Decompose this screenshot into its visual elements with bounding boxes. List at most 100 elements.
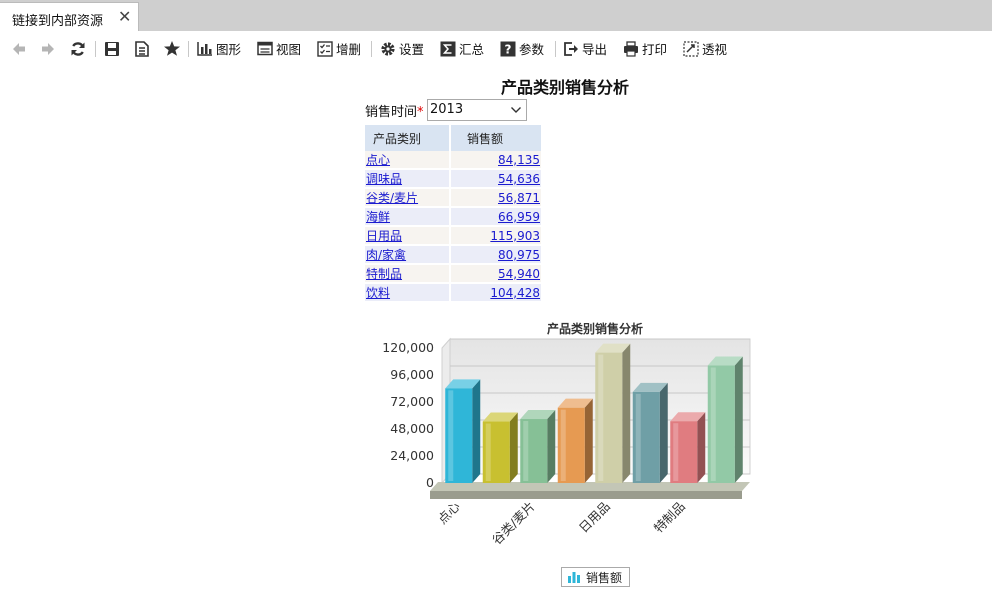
export-label: 导出 [582, 42, 608, 57]
x-tick-label: 特制品 [651, 499, 688, 536]
chart-button[interactable]: 图形 [197, 31, 241, 66]
save-icon [105, 41, 119, 56]
y-tick-label: 0 [426, 475, 434, 490]
add-remove-label: 增删 [336, 42, 362, 57]
add-remove-button[interactable]: 增删 [317, 31, 361, 66]
pivot-icon [683, 40, 699, 57]
amount-link[interactable]: 54,940 [498, 267, 540, 281]
category-cell: 点心 [365, 151, 451, 170]
refresh-button[interactable] [70, 31, 86, 66]
toolbar-divider [555, 41, 556, 57]
amount-link[interactable]: 104,428 [490, 286, 540, 300]
category-link[interactable]: 日用品 [366, 229, 402, 243]
print-button[interactable]: 打印 [623, 31, 667, 66]
sales-year-value: 2013 [430, 102, 464, 117]
chart-title: 产品类别销售分析 [546, 322, 643, 336]
table-row: 点心 84,135 [365, 151, 543, 170]
table-row: 日用品 115,903 [365, 226, 543, 246]
export-button[interactable]: 导出 [563, 31, 607, 66]
bar-side [584, 398, 593, 483]
toolbar: 图形 视图 增删 设置 汇总 ? 参数 导出 打印 透视 [0, 31, 992, 66]
svg-text:?: ? [505, 42, 512, 56]
amount-link[interactable]: 56,871 [498, 191, 540, 205]
checklist-icon [317, 40, 333, 57]
column-header-amount: 销售额 [450, 125, 543, 151]
chart-label: 图形 [216, 42, 242, 57]
category-link[interactable]: 谷类/麦片 [366, 191, 418, 205]
close-icon[interactable]: ✕ [118, 7, 131, 26]
pivot-button[interactable]: 透视 [683, 31, 727, 66]
bar-side [734, 356, 743, 483]
forward-button[interactable] [40, 31, 56, 66]
printer-icon [624, 40, 638, 57]
bar-highlight [635, 393, 641, 481]
category-cell: 特制品 [365, 264, 451, 284]
bar-highlight [673, 423, 679, 481]
bar-highlight [523, 421, 529, 481]
save-button[interactable] [104, 31, 120, 66]
category-link[interactable]: 特制品 [366, 267, 402, 281]
y-tick-label: 48,000 [390, 421, 434, 436]
report-title: 产品类别销售分析 [500, 78, 629, 97]
amount-link[interactable]: 66,959 [498, 210, 540, 224]
sales-table: 产品类别 销售额 点心 84,135 调味品 54,636 谷类/麦片 56,8… [365, 125, 543, 303]
amount-cell: 115,903 [450, 226, 543, 246]
export-icon [564, 41, 578, 56]
summary-button[interactable]: 汇总 [440, 31, 484, 66]
amount-link[interactable]: 80,975 [498, 248, 540, 262]
document-icon [135, 40, 149, 57]
amount-link[interactable]: 84,135 [498, 153, 540, 167]
table-header-row: 产品类别 销售额 [365, 125, 543, 151]
y-tick-label: 72,000 [390, 394, 434, 409]
arrow-right-icon [42, 42, 54, 55]
print-label: 打印 [642, 42, 668, 57]
favorite-button[interactable] [163, 31, 181, 66]
category-link[interactable]: 饮料 [366, 286, 390, 300]
bar-highlight [598, 354, 604, 481]
table-row: 海鲜 66,959 [365, 207, 543, 227]
save-as-button[interactable] [134, 31, 150, 66]
table-row: 谷类/麦片 56,871 [365, 188, 543, 208]
amount-cell: 66,959 [450, 207, 543, 227]
table-row: 饮料 104,428 [365, 283, 543, 303]
required-marker: * [417, 105, 424, 120]
category-cell: 调味品 [365, 169, 451, 189]
category-link[interactable]: 海鲜 [366, 210, 390, 224]
category-cell: 谷类/麦片 [365, 188, 451, 208]
refresh-icon [71, 41, 85, 56]
params-button[interactable]: ? 参数 [500, 31, 544, 66]
sales-year-select[interactable]: 2013 [427, 99, 527, 121]
view-label: 视图 [276, 42, 302, 57]
chart-floor-front [430, 491, 742, 499]
back-button[interactable] [11, 31, 27, 66]
y-tick-label: 120,000 [382, 340, 434, 355]
tab-linked-resource[interactable]: 链接到内部资源 ✕ [0, 2, 139, 31]
category-link[interactable]: 肉/家禽 [366, 248, 406, 262]
toolbar-divider [95, 41, 96, 57]
bar-side [509, 412, 518, 483]
amount-cell: 56,871 [450, 188, 543, 208]
view-button[interactable]: 视图 [257, 31, 301, 66]
toolbar-divider [371, 41, 372, 57]
x-tick-label: 日用品 [576, 499, 613, 536]
settings-button[interactable]: 设置 [380, 31, 424, 66]
star-icon [164, 41, 180, 56]
bar-side [622, 343, 631, 483]
sales-bar-chart: 0 24,000 48,000 72,000 96,000 120,000 点心 谷类/麦片 日… [382, 337, 751, 548]
amount-link[interactable]: 54,636 [498, 172, 540, 186]
y-tick-label: 24,000 [390, 448, 434, 463]
table-row: 调味品 54,636 [365, 169, 543, 189]
view-icon [257, 41, 273, 56]
category-link[interactable]: 调味品 [366, 172, 402, 186]
pivot-label: 透视 [702, 42, 728, 57]
param-label-text: 销售时间 [365, 105, 418, 120]
x-tick-label: 点心 [435, 498, 464, 527]
amount-link[interactable]: 115,903 [490, 229, 540, 243]
chart-legend[interactable]: 销售额 [561, 567, 630, 587]
category-link[interactable]: 点心 [366, 153, 390, 167]
question-icon: ? [500, 41, 516, 56]
bar-chart-icon [197, 42, 212, 56]
gear-icon [381, 41, 395, 56]
x-tick-label: 谷类/麦片 [489, 499, 538, 548]
param-label: 销售时间* [365, 101, 424, 120]
